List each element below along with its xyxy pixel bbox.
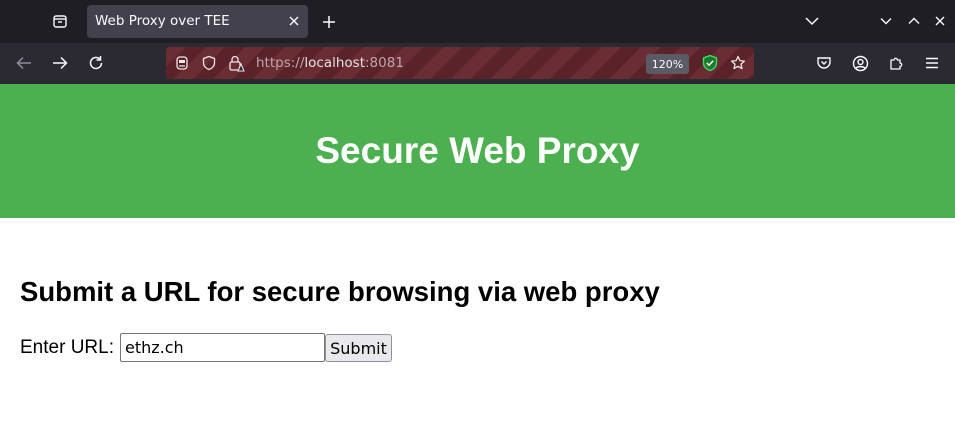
robot-icon [176, 56, 188, 70]
site-security-button[interactable] [226, 53, 246, 73]
back-arrow-icon [16, 56, 31, 70]
form-heading: Submit a URL for secure browsing via web… [20, 276, 660, 307]
back-button[interactable] [9, 48, 39, 78]
navigation-toolbar: https://localhost:8081 120% [0, 43, 955, 84]
close-icon [935, 16, 945, 26]
puzzle-icon [890, 57, 903, 70]
extension-shield-button[interactable] [700, 53, 720, 73]
remote-control-indicator[interactable] [172, 53, 192, 73]
url-label: Enter URL: [20, 337, 114, 358]
address-bar[interactable]: https://localhost:8081 120% [166, 47, 754, 79]
url-input[interactable] [120, 333, 325, 362]
bookmark-star-button[interactable] [728, 53, 748, 73]
forward-button[interactable] [45, 48, 75, 78]
maximize-window-button[interactable] [900, 8, 928, 34]
chevron-down-icon [805, 17, 819, 26]
tab-list-button[interactable] [44, 6, 76, 36]
tracking-protection-button[interactable] [199, 53, 219, 73]
url-scheme: https:// [256, 55, 305, 71]
reload-button[interactable] [81, 48, 111, 78]
url-host: localhost [304, 55, 365, 71]
url-port: :8081 [365, 55, 404, 71]
hamburger-menu-icon [926, 57, 938, 69]
submit-button[interactable]: Submit [325, 334, 392, 362]
pocket-icon [817, 57, 831, 69]
chevron-up-icon [908, 17, 920, 24]
browser-tab-active[interactable]: Web Proxy over TEE [87, 5, 308, 38]
shield-check-icon [702, 54, 718, 72]
url-text[interactable]: https://localhost:8081 [256, 55, 404, 71]
tab-title: Web Proxy over TEE [95, 13, 230, 29]
chevron-down-icon [880, 18, 892, 25]
tab-list-icon [53, 15, 67, 28]
close-tab-button[interactable] [286, 13, 302, 29]
star-icon [730, 55, 746, 70]
extensions-button[interactable] [882, 49, 910, 77]
account-icon [852, 55, 868, 71]
lock-warning-icon [229, 55, 245, 72]
shield-icon [202, 55, 216, 71]
tab-strip: Web Proxy over TEE [0, 0, 955, 43]
close-icon [289, 16, 299, 26]
page-title: Secure Web Proxy [315, 130, 640, 171]
list-all-tabs-button[interactable] [798, 8, 826, 34]
forward-arrow-icon [53, 56, 68, 70]
new-tab-button[interactable] [315, 8, 343, 36]
plus-icon [323, 16, 335, 28]
minimize-window-button[interactable] [872, 8, 900, 34]
zoom-level-badge[interactable]: 120% [646, 54, 689, 74]
page-header: Secure Web Proxy [0, 84, 955, 218]
open-menu-button[interactable] [918, 49, 946, 77]
close-window-button[interactable] [926, 8, 954, 34]
pocket-button[interactable] [810, 49, 838, 77]
reload-icon [89, 56, 103, 70]
account-button[interactable] [846, 49, 874, 77]
